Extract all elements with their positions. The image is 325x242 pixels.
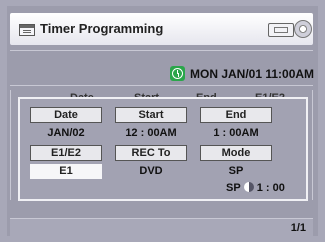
clock-icon	[170, 66, 185, 81]
current-datetime: MON JAN/01 11:00AM	[190, 67, 315, 81]
rec-to-label: REC To	[115, 145, 187, 161]
mode-label: Mode	[200, 145, 272, 161]
timer-list-icon	[19, 24, 35, 36]
footer-shade	[10, 202, 313, 218]
remaining-disc-icon	[243, 182, 254, 192]
remaining-time: SP 1 : 00	[226, 182, 285, 194]
start-time-value[interactable]: 12 : 00AM	[115, 127, 187, 139]
page-indicator: 1/1	[290, 222, 306, 234]
disc-icon	[294, 20, 312, 38]
rec-to-value[interactable]: DVD	[115, 165, 187, 177]
start-label: Start	[115, 107, 187, 123]
date-label: Date	[30, 107, 102, 123]
end-time-value[interactable]: 1 : 00AM	[200, 127, 272, 139]
date-value[interactable]: JAN/02	[30, 127, 102, 139]
footer-bar: 1/1	[10, 218, 313, 236]
remaining-time-value: 1 : 00	[256, 182, 285, 194]
page-title: Timer Programming	[40, 21, 164, 36]
remaining-mode: SP	[226, 182, 241, 194]
tape-icon	[268, 23, 294, 37]
e1e2-value[interactable]: E1	[30, 164, 102, 179]
e1e2-label: E1/E2	[30, 145, 102, 161]
clock-bar: MON JAN/01 11:00AM	[10, 50, 315, 86]
mode-value[interactable]: SP	[200, 165, 272, 177]
end-label: End	[200, 107, 272, 123]
title-bar: Timer Programming	[10, 13, 313, 45]
